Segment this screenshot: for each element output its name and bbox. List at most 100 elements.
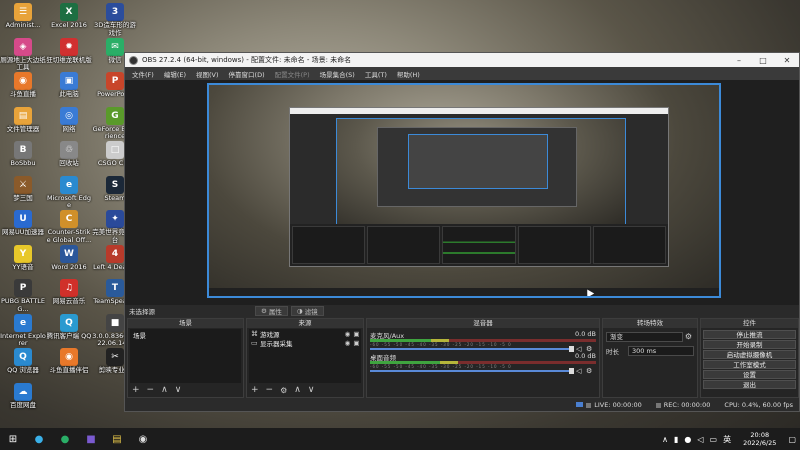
app-icon: Y <box>14 244 32 263</box>
control-button[interactable]: 设置 <box>703 370 796 379</box>
menu-item[interactable]: 工具(T) <box>360 69 392 79</box>
desktop-icon-label: YY语音 <box>12 262 34 271</box>
app-icon: S <box>106 175 124 194</box>
transition-select[interactable]: 渐变 <box>606 331 683 342</box>
app-icon: e <box>14 313 32 332</box>
control-button[interactable]: 工作室模式 <box>703 360 796 369</box>
status-bar: LIVE: 00:00:00 REC: 00:00:00 CPU: 0.4%, … <box>125 399 799 411</box>
desktop-icon-label: BoSbbu <box>10 159 36 167</box>
app-icon: ⚔ <box>14 175 32 194</box>
clock-date: 2022/6/25 <box>743 439 777 447</box>
channel-name: 麦克风/Aux <box>370 332 405 340</box>
desktop-icon-label: 网易云音乐 <box>52 297 86 305</box>
mixer-channel: 桌面音频 0.0 dB -60 -55 -50 -45 -40 -35 -30 -2… <box>367 352 599 375</box>
source-toolbar: 未选择源 ⚙ 属性 ◑ 滤镜 <box>125 305 799 317</box>
filters-button[interactable]: ◑ 滤镜 <box>290 306 324 316</box>
edge-icon[interactable]: ● <box>26 428 52 450</box>
duration-input[interactable]: 300 ms <box>628 345 694 356</box>
clock-time: 20:08 <box>750 431 770 439</box>
desktop-icon-label: Administ... <box>5 21 41 29</box>
channel-db: 0.0 dB <box>575 330 596 338</box>
add-source-icon[interactable]: + <box>251 385 259 395</box>
channel-settings-icon[interactable]: ⚙ <box>586 367 596 375</box>
wechat-icon[interactable]: ● <box>52 428 78 450</box>
mixer-dock: 混音器 麦克风/Aux 0.0 dB -60 -55 -50 -45 -40 -35… <box>366 318 600 398</box>
obs-taskbar-icon[interactable]: ◉ <box>130 428 156 450</box>
control-button[interactable]: 开始录制 <box>703 340 796 349</box>
windows-taskbar: ⊞ ● ● ■ ▤ ◉ ∧ ▮ ● ◁ ▭ 英 20:08 2022/6/25 … <box>0 428 800 450</box>
windows-start-icon[interactable]: ⊞ <box>0 428 26 450</box>
menu-item[interactable]: 场景集合(S) <box>315 69 360 79</box>
remove-source-icon[interactable]: − <box>266 385 274 395</box>
captured-taskbar <box>209 288 719 296</box>
move-up-icon[interactable]: ∧ <box>294 385 301 395</box>
control-button[interactable]: 退出 <box>703 380 796 389</box>
app-icon[interactable]: ■ <box>78 428 104 450</box>
control-button[interactable]: 启动虚拟摄像机 <box>703 350 796 359</box>
menu-item[interactable]: 文件(F) <box>127 69 159 79</box>
menu-item[interactable]: 帮助(H) <box>392 69 425 79</box>
mixer-header: 混音器 <box>367 319 599 328</box>
menu-item[interactable]: 停靠窗口(D) <box>224 69 270 79</box>
app-icon: C <box>60 210 78 228</box>
channel-name: 桌面音频 <box>370 354 396 362</box>
volume-icon[interactable]: ◁ <box>697 435 703 444</box>
move-down-icon[interactable]: ∨ <box>175 385 182 395</box>
clock[interactable]: 20:08 2022/6/25 <box>743 431 776 447</box>
file-explorer-icon[interactable]: ▤ <box>104 428 130 450</box>
desktop-icon[interactable]: ☁ 百度网盘 <box>0 380 46 424</box>
transition-settings-icon[interactable]: ⚙ <box>683 332 694 341</box>
desktop-icon-label: 网易UU加速器 <box>1 228 44 236</box>
volume-slider[interactable] <box>370 346 574 352</box>
control-button[interactable]: 停止推流 <box>703 330 796 339</box>
network-icon[interactable]: ▭ <box>710 435 718 444</box>
desktop-icon-label: 回收站 <box>59 159 79 167</box>
move-down-icon[interactable]: ∨ <box>308 385 315 395</box>
sources-header: 来源 <box>247 319 363 328</box>
notification-icon[interactable]: ▢ <box>788 435 796 444</box>
lock-icon[interactable]: ▣ <box>352 330 361 338</box>
menu-item[interactable]: 编辑(E) <box>159 69 191 79</box>
menu-item[interactable]: 配置文件(P) <box>270 69 315 79</box>
app-icon: e <box>60 175 78 194</box>
chevron-up-icon[interactable]: ∧ <box>662 435 668 444</box>
add-scene-icon[interactable]: + <box>132 385 140 395</box>
obs-logo-icon <box>129 55 138 65</box>
close-icon[interactable]: ✕ <box>775 53 799 67</box>
app-icon: ■ <box>106 313 124 332</box>
properties-button[interactable]: ⚙ 属性 <box>255 306 288 316</box>
battery-icon[interactable]: ▮ <box>674 435 678 444</box>
scene-item[interactable]: 场景 <box>130 329 241 341</box>
visibility-eye-icon[interactable]: ◉ <box>343 339 352 347</box>
minimize-icon[interactable]: – <box>727 53 751 67</box>
rec-status: REC: 00:00:00 <box>655 401 710 409</box>
source-settings-icon[interactable]: ⚙ <box>280 386 287 395</box>
obs-titlebar[interactable]: OBS 27.2.4 (64-bit, windows) - 配置文件: 未命名… <box>125 53 799 67</box>
source-item[interactable]: ▭ 显示器采集 ◉ ▣ <box>249 338 361 348</box>
visibility-eye-icon[interactable]: ◉ <box>343 330 352 338</box>
input-language[interactable]: 英 <box>723 434 731 445</box>
remove-scene-icon[interactable]: − <box>147 385 155 395</box>
program-preview[interactable] <box>207 83 721 298</box>
transitions-dock: 转场特效 渐变 ⚙ 时长 300 ms <box>602 318 698 398</box>
desktop-icon-label: QQ 浏览器 <box>7 366 39 374</box>
move-up-icon[interactable]: ∧ <box>161 385 168 395</box>
desktop-icon-label: 狂切维龙联机版 <box>46 55 92 64</box>
desktop-icons: ☰ Administ... X Excel 2016 3 3D造车形的游戏作 ◈ 厕源地上大边… <box>0 0 140 428</box>
maximize-icon[interactable]: □ <box>751 53 775 67</box>
duration-label: 时长 <box>606 347 619 356</box>
microphone-icon[interactable]: ● <box>684 435 691 444</box>
controls-header: 控件 <box>701 319 798 328</box>
lock-icon[interactable]: ▣ <box>352 339 361 347</box>
desktop-icon[interactable]: ◉ 斗鱼直播伴侣 <box>46 345 92 389</box>
app-icon: Q <box>60 313 78 332</box>
app-icon: □ <box>106 141 124 159</box>
volume-slider[interactable] <box>370 368 574 374</box>
speaker-icon[interactable]: ◁ <box>576 367 586 375</box>
scenes-header: 场景 <box>128 319 243 328</box>
window-title: OBS 27.2.4 (64-bit, windows) - 配置文件: 未命名… <box>142 56 352 64</box>
scenes-list: 场景 <box>130 329 241 383</box>
mixer-channel: 麦克风/Aux 0.0 dB -60 -55 -50 -45 -40 -35 -30… <box>367 330 599 353</box>
app-icon: ♲ <box>60 141 78 159</box>
menu-item[interactable]: 视图(V) <box>191 69 224 79</box>
